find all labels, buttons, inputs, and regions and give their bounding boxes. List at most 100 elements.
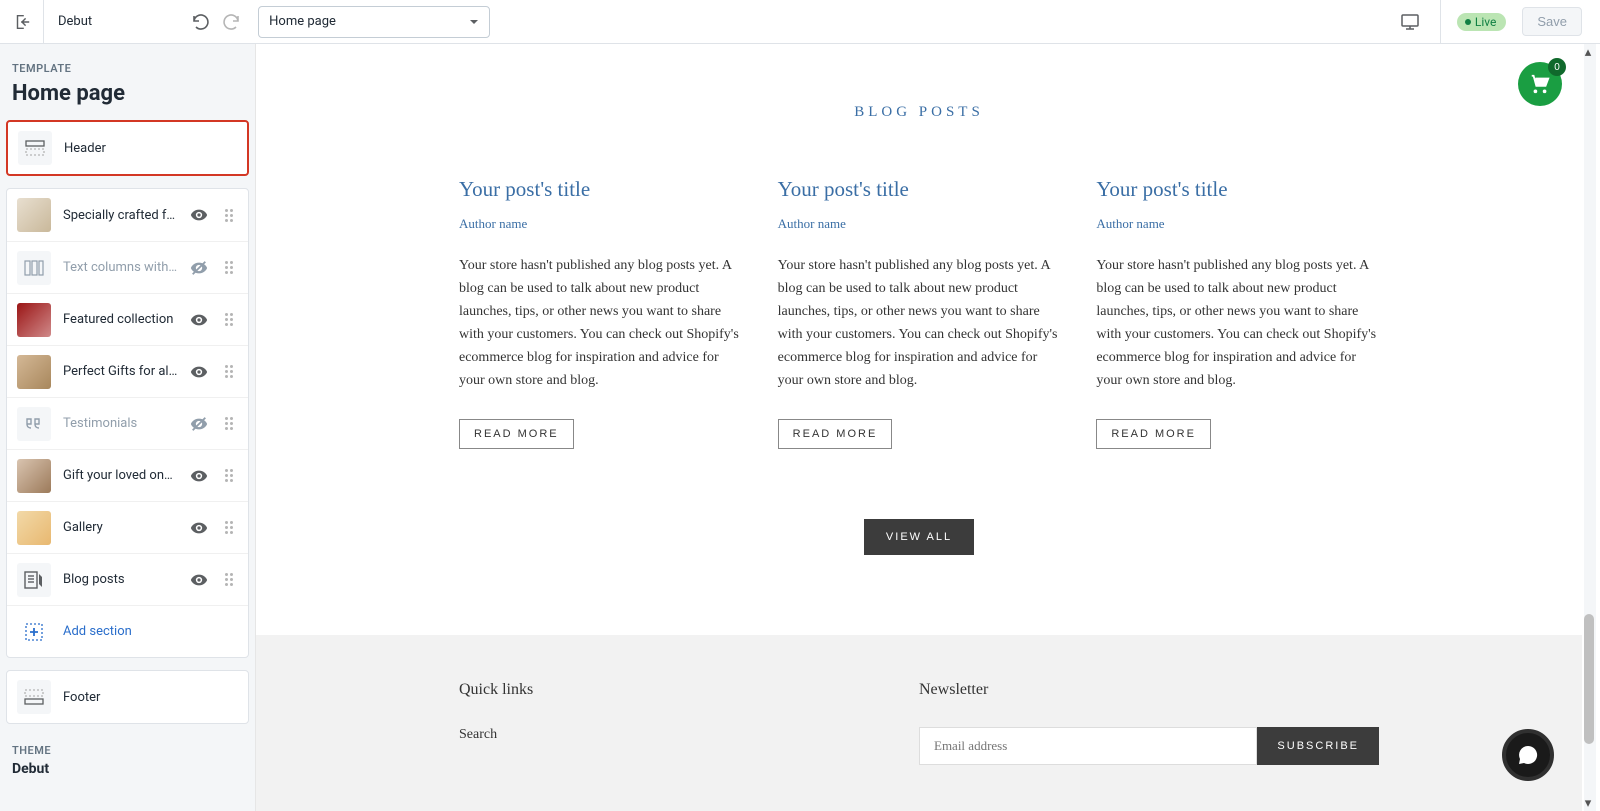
visibility-toggle[interactable] [190, 571, 210, 589]
footer-link-search[interactable]: Search [459, 727, 919, 743]
theme-name: Debut [44, 14, 106, 29]
add-section-label: Add section [63, 624, 132, 639]
visibility-toggle[interactable] [190, 259, 210, 277]
visibility-toggle[interactable] [190, 206, 210, 224]
section-row[interactable]: Gallery [7, 501, 248, 553]
section-row[interactable]: Gift your loved ones! [7, 449, 248, 501]
page-select-dropdown[interactable]: Home page [258, 6, 490, 38]
preview-scrollbar-track[interactable]: ▴ ▾ [1584, 44, 1596, 811]
drag-handle[interactable] [222, 469, 236, 482]
section-header-panel: Header [6, 120, 249, 176]
footer-icon [17, 680, 51, 714]
section-row[interactable]: Featured collection [7, 293, 248, 345]
section-thumb [17, 303, 51, 337]
preview-scrollbar-thumb[interactable] [1584, 614, 1594, 744]
post-author[interactable]: Author name [778, 216, 1061, 232]
visibility-toggle[interactable] [190, 363, 210, 381]
sidebar: TEMPLATE Home page Header Specially craf… [0, 44, 256, 811]
blog-post: Your post's title Author name Your store h… [778, 177, 1061, 449]
blog-post: Your post's title Author name Your store h… [459, 177, 742, 449]
preview-area: BLOG POSTS Your post's titleAuthor nameY… [256, 44, 1600, 811]
theme-name-sidebar: Debut [6, 761, 249, 787]
redo-button[interactable] [218, 8, 246, 36]
back-button[interactable] [0, 0, 44, 44]
section-row[interactable]: Blog posts [7, 553, 248, 605]
add-icon [17, 615, 51, 649]
theme-label: THEME [6, 724, 249, 761]
section-footer-panel: Footer [6, 670, 249, 724]
sections-panel: Specially crafted for... Text columns wit… [6, 188, 249, 658]
section-thumb [17, 251, 51, 285]
drag-handle[interactable] [222, 313, 236, 326]
section-row[interactable]: Testimonials [7, 397, 248, 449]
post-author[interactable]: Author name [459, 216, 742, 232]
section-row[interactable]: Text columns with i... [7, 241, 248, 293]
scroll-up-arrow[interactable]: ▴ [1582, 46, 1594, 58]
add-section-button[interactable]: Add section [7, 605, 248, 657]
post-author[interactable]: Author name [1096, 216, 1379, 232]
save-button[interactable]: Save [1522, 7, 1582, 36]
section-label: Specially crafted for... [63, 208, 178, 223]
drag-handle[interactable] [222, 573, 236, 586]
section-thumb [17, 355, 51, 389]
section-row[interactable]: Specially crafted for... [7, 189, 248, 241]
post-excerpt: Your store hasn't published any blog pos… [778, 254, 1061, 393]
chat-icon [1516, 743, 1540, 767]
separator [1440, 0, 1441, 44]
template-title: Home page [6, 81, 249, 120]
section-thumb [17, 198, 51, 232]
section-label: Perfect Gifts for all ... [63, 364, 178, 379]
visibility-toggle[interactable] [190, 467, 210, 485]
read-more-button[interactable]: READ MORE [778, 419, 893, 449]
visibility-toggle[interactable] [190, 415, 210, 433]
topbar: Debut Home page Live Save [0, 0, 1600, 44]
chat-button[interactable] [1502, 729, 1554, 781]
post-title[interactable]: Your post's title [459, 177, 742, 202]
subscribe-button[interactable]: SUBSCRIBE [1257, 727, 1379, 765]
section-label: Blog posts [63, 572, 178, 587]
quick-links-heading: Quick links [459, 681, 919, 699]
post-title[interactable]: Your post's title [1096, 177, 1379, 202]
undo-button[interactable] [186, 8, 214, 36]
redo-icon [222, 12, 242, 32]
desktop-icon [1401, 14, 1419, 30]
drag-handle[interactable] [222, 365, 236, 378]
cart-icon [1529, 73, 1551, 95]
header-icon [18, 131, 52, 165]
visibility-toggle[interactable] [190, 519, 210, 537]
section-row[interactable]: Perfect Gifts for all ... [7, 345, 248, 397]
store-footer: Quick links Search Newsletter SUBSCRIBE [256, 635, 1582, 811]
template-label: TEMPLATE [6, 44, 249, 81]
section-label: Text columns with i... [63, 260, 178, 275]
drag-handle[interactable] [222, 209, 236, 222]
post-excerpt: Your store hasn't published any blog pos… [1096, 254, 1379, 393]
drag-handle[interactable] [222, 417, 236, 430]
live-status-pill[interactable]: Live [1457, 13, 1506, 31]
exit-icon [13, 13, 31, 31]
section-thumb [17, 459, 51, 493]
section-label: Testimonials [63, 416, 178, 431]
section-thumb [17, 563, 51, 597]
section-row-footer[interactable]: Footer [7, 671, 248, 723]
post-title[interactable]: Your post's title [778, 177, 1061, 202]
undo-icon [190, 12, 210, 32]
drag-handle[interactable] [222, 261, 236, 274]
chevron-down-icon [469, 17, 479, 27]
section-thumb [17, 407, 51, 441]
visibility-toggle[interactable] [190, 311, 210, 329]
viewport-desktop-button[interactable] [1396, 8, 1424, 36]
section-label: Gallery [63, 520, 178, 535]
newsletter-email-input[interactable] [919, 727, 1257, 765]
section-label: Header [64, 141, 235, 156]
drag-handle[interactable] [222, 521, 236, 534]
post-excerpt: Your store hasn't published any blog pos… [459, 254, 742, 393]
view-all-button[interactable]: VIEW ALL [864, 519, 974, 555]
scroll-down-arrow[interactable]: ▾ [1582, 797, 1594, 809]
read-more-button[interactable]: READ MORE [459, 419, 574, 449]
section-thumb [17, 511, 51, 545]
cart-button[interactable]: 0 [1518, 62, 1562, 106]
section-label: Featured collection [63, 312, 178, 327]
read-more-button[interactable]: READ MORE [1096, 419, 1211, 449]
preview-scroll[interactable]: BLOG POSTS Your post's titleAuthor nameY… [256, 44, 1582, 811]
section-row-header[interactable]: Header [8, 122, 247, 174]
